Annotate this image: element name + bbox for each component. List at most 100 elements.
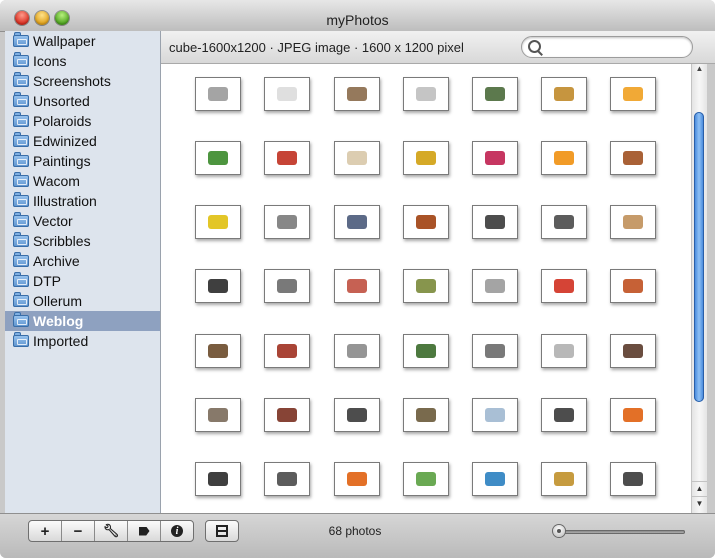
photo-thumbnail[interactable] <box>541 141 587 175</box>
sidebar-item-edwinized[interactable]: Edwinized <box>5 131 160 151</box>
photo-count: 68 photos <box>328 524 382 538</box>
photo-thumbnail[interactable] <box>195 77 241 111</box>
wrench-icon: 🔧︎ <box>102 523 120 538</box>
photo-thumbnail[interactable] <box>195 205 241 239</box>
photo-thumbnail[interactable] <box>541 398 587 432</box>
photo-thumbnail[interactable] <box>334 141 380 175</box>
info-button[interactable]: i <box>161 521 193 541</box>
photo-thumbnail[interactable] <box>334 462 380 496</box>
photo-thumbnail[interactable] <box>472 269 518 303</box>
folder-icon <box>13 72 29 87</box>
sidebar-item-screenshots[interactable]: Screenshots <box>5 71 160 91</box>
photo-thumbnail[interactable] <box>264 269 310 303</box>
tag-button[interactable] <box>128 521 161 541</box>
sidebar-item-illustration[interactable]: Illustration <box>5 191 160 211</box>
sidebar-item-imported[interactable]: Imported <box>5 331 160 351</box>
folder-icon <box>13 292 29 307</box>
photo-thumbnail[interactable] <box>541 269 587 303</box>
photo-thumbnail[interactable] <box>195 398 241 432</box>
photo-thumbnail[interactable] <box>264 141 310 175</box>
photo-grid <box>161 64 691 513</box>
photo-thumbnail[interactable] <box>264 462 310 496</box>
photo-thumbnail[interactable] <box>334 398 380 432</box>
photo-thumbnail[interactable] <box>610 141 656 175</box>
photo-thumbnail[interactable] <box>403 334 449 368</box>
search-input[interactable] <box>544 39 688 57</box>
sidebar-item-scribbles[interactable]: Scribbles <box>5 231 160 251</box>
sidebar-item-ollerum[interactable]: Ollerum <box>5 291 160 311</box>
photo-thumbnail[interactable] <box>541 462 587 496</box>
photo-thumbnail[interactable] <box>403 398 449 432</box>
settings-button[interactable]: 🔧︎ <box>95 521 128 541</box>
folder-icon <box>13 232 29 247</box>
action-button-group: + − 🔧︎ i <box>28 520 194 542</box>
photo-thumbnail[interactable] <box>334 205 380 239</box>
photo-thumbnail[interactable] <box>264 334 310 368</box>
photo-thumbnail[interactable] <box>610 77 656 111</box>
sidebar-item-unsorted[interactable]: Unsorted <box>5 91 160 111</box>
photo-thumbnail[interactable] <box>610 269 656 303</box>
sidebar-item-wallpaper[interactable]: Wallpaper <box>5 31 160 51</box>
bottom-toolbar: + − 🔧︎ i 68 photos <box>0 513 715 558</box>
photo-thumbnail[interactable] <box>403 462 449 496</box>
window-title: myPhotos <box>326 12 389 28</box>
titlebar[interactable]: myPhotos <box>0 0 715 32</box>
photo-thumbnail[interactable] <box>472 462 518 496</box>
photo-thumbnail[interactable] <box>264 398 310 432</box>
photo-thumbnail[interactable] <box>334 269 380 303</box>
remove-album-button[interactable]: − <box>62 521 95 541</box>
scroll-top-arrow-icon[interactable]: ▲ <box>692 64 707 74</box>
sidebar-item-weblog[interactable]: Weblog <box>5 311 160 331</box>
sidebar-item-archive[interactable]: Archive <box>5 251 160 271</box>
photo-thumbnail[interactable] <box>195 269 241 303</box>
vertical-scrollbar[interactable]: ▲ ▲ ▼ <box>691 64 707 513</box>
folder-icon <box>13 252 29 267</box>
add-album-button[interactable]: + <box>29 521 62 541</box>
photo-thumbnail[interactable] <box>264 205 310 239</box>
scroll-down-button[interactable]: ▼ <box>692 496 707 511</box>
photo-thumbnail[interactable] <box>472 141 518 175</box>
scroll-thumb[interactable] <box>694 112 704 402</box>
photo-thumbnail[interactable] <box>541 205 587 239</box>
sidebar-item-vector[interactable]: Vector <box>5 211 160 231</box>
photo-thumbnail[interactable] <box>541 77 587 111</box>
zoom-slider[interactable] <box>553 530 685 534</box>
photo-thumbnail[interactable] <box>403 205 449 239</box>
photo-thumbnail[interactable] <box>472 205 518 239</box>
search-field[interactable] <box>521 36 693 58</box>
photo-thumbnail[interactable] <box>403 77 449 111</box>
photo-thumbnail[interactable] <box>472 398 518 432</box>
photo-thumbnail[interactable] <box>334 77 380 111</box>
app-window: myPhotos Wallpaper Icons Screenshots Unsort… <box>0 0 715 558</box>
photo-thumbnail[interactable] <box>541 334 587 368</box>
folder-icon <box>13 52 29 67</box>
photo-thumbnail[interactable] <box>472 77 518 111</box>
photo-thumbnail[interactable] <box>610 205 656 239</box>
photo-thumbnail[interactable] <box>403 269 449 303</box>
folder-icon <box>13 172 29 187</box>
photo-thumbnail[interactable] <box>403 141 449 175</box>
sidebar-item-polaroids[interactable]: Polaroids <box>5 111 160 131</box>
photo-thumbnail[interactable] <box>195 462 241 496</box>
photo-thumbnail[interactable] <box>472 334 518 368</box>
scroll-up-button[interactable]: ▲ <box>692 481 707 496</box>
photo-thumbnail[interactable] <box>195 141 241 175</box>
photo-thumbnail[interactable] <box>610 462 656 496</box>
photo-thumbnail[interactable] <box>610 334 656 368</box>
sidebar-item-dtp[interactable]: DTP <box>5 271 160 291</box>
sidebar-item-wacom[interactable]: Wacom <box>5 171 160 191</box>
sidebar-item-label: Illustration <box>33 193 97 209</box>
sidebar-item-icons[interactable]: Icons <box>5 51 160 71</box>
zoom-slider-knob[interactable] <box>553 525 565 537</box>
folder-icon <box>13 92 29 107</box>
slideshow-view-button[interactable] <box>205 520 239 542</box>
info-icon: i <box>171 525 183 537</box>
photo-thumbnail[interactable] <box>195 334 241 368</box>
sidebar-item-label: Unsorted <box>33 93 90 109</box>
image-info-header: cube-1600x1200 · JPEG image · 1600 x 120… <box>161 31 715 64</box>
sidebar-album-list: Wallpaper Icons Screenshots Unsorted Polaroi… <box>5 31 161 513</box>
photo-thumbnail[interactable] <box>264 77 310 111</box>
sidebar-item-paintings[interactable]: Paintings <box>5 151 160 171</box>
photo-thumbnail[interactable] <box>610 398 656 432</box>
photo-thumbnail[interactable] <box>334 334 380 368</box>
